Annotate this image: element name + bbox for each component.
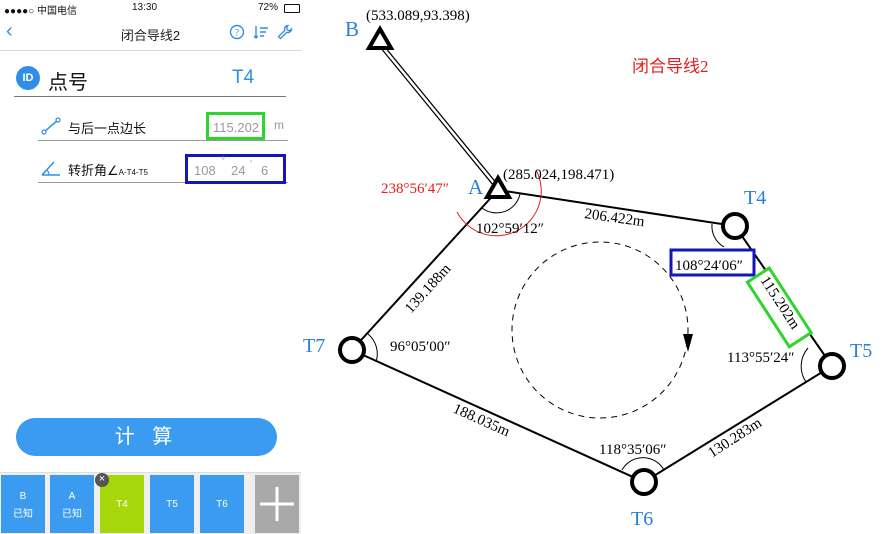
plus-icon — [260, 487, 294, 521]
back-distance-label: 与后一点边长 — [68, 121, 147, 136]
point-label: 点号 — [48, 72, 88, 94]
turn-angle-row: 转折角∠A-T4-T5 108 ° 24 ′ 6 — [38, 154, 288, 184]
coord-a: (285.024,198.471) — [503, 167, 614, 183]
diagram-labels: 闭合导线2 B (533.089,93.398) A (285.024,198.… — [303, 8, 872, 530]
traverse-diagram: 闭合导线2 B (533.089,93.398) A (285.024,198.… — [303, 8, 872, 530]
carrier-label: ●●●●○ 中国电信 — [4, 6, 77, 17]
point-name: T4 — [232, 67, 255, 88]
station-b-triangle-icon — [365, 25, 395, 50]
station-markers — [338, 25, 846, 496]
degree-mark: ° — [221, 156, 225, 167]
traverse-polygon — [350, 189, 834, 484]
add-point-button[interactable] — [255, 475, 299, 533]
tab-label: T4 — [116, 499, 128, 510]
point-tab-bar: B 已知 A 已知 × T4 T5 T6 — [0, 472, 301, 534]
status-bar: ●●●●○ 中国电信 13:30 72% — [0, 0, 301, 17]
angle-degrees: 108 — [194, 163, 216, 178]
diagram-title: 闭合导线2 — [632, 57, 709, 76]
tab-point-a[interactable]: A 已知 — [50, 475, 94, 533]
point-header: ID 点号 T4 — [14, 66, 286, 97]
station-t4-circle-icon — [721, 212, 749, 240]
turn-angle-text: 转折角∠ — [68, 163, 119, 178]
dist-t7-a: 139.188m — [402, 261, 455, 317]
edge-b-a-inner — [379, 43, 499, 189]
angle-t4: 108°24′06″ — [675, 258, 743, 274]
id-badge-icon: ID — [16, 66, 40, 90]
tab-label: T6 — [216, 499, 228, 510]
turn-angle-input[interactable]: 108 ° 24 ′ 6 — [185, 154, 286, 184]
nav-bar: ‹ 闭合导线2 ? — [0, 16, 301, 51]
angle-a-outer: 238°56′47″ — [381, 181, 449, 197]
station-t5-circle-icon — [818, 352, 846, 380]
direction-arrow-icon — [683, 334, 693, 352]
label-a: A — [468, 175, 484, 199]
angle-seconds: 6 — [261, 163, 269, 178]
calculate-button[interactable]: 计 算 — [16, 418, 277, 456]
direction-indicator — [511, 241, 693, 419]
tab-point-t6[interactable]: T6 — [200, 475, 244, 533]
station-t6-circle-icon — [630, 468, 658, 496]
coord-b: (533.089,93.398) — [366, 8, 470, 24]
label-t6: T6 — [631, 508, 653, 530]
back-distance-value: 115.202 — [213, 120, 260, 135]
sort-list-icon[interactable] — [253, 24, 269, 40]
angle-t7: 96°05′00″ — [390, 339, 451, 355]
dist-a-t4: 206.422m — [583, 206, 645, 230]
dist-t6-t7: 188.035m — [450, 401, 512, 440]
tab-label: T5 — [166, 499, 178, 510]
turn-angle-label: 转折角∠A-T4-T5 — [68, 160, 148, 179]
angle-arc-t5 — [800, 347, 809, 383]
angle-minutes: 24 — [231, 163, 246, 178]
tab-point-b[interactable]: B 已知 — [1, 475, 45, 533]
tab-label: A — [68, 491, 76, 502]
label-t7: T7 — [303, 335, 325, 357]
wrench-icon[interactable] — [277, 24, 293, 40]
battery-icon — [284, 4, 300, 13]
tab-point-t4[interactable]: × T4 — [95, 473, 144, 533]
close-icon[interactable]: × — [95, 473, 109, 487]
turn-angle-subscript: A-T4-T5 — [118, 168, 148, 177]
label-t5: T5 — [850, 340, 872, 362]
tab-sublabel: 已知 — [13, 509, 33, 520]
angle-t5: 113°55′24″ — [727, 350, 794, 366]
tab-sublabel: 已知 — [62, 509, 82, 520]
battery-percent: 72% — [258, 2, 279, 13]
label-b: B — [345, 17, 359, 41]
svg-text:?: ? — [235, 28, 239, 38]
tab-point-t5[interactable]: T5 — [150, 475, 194, 533]
clock: 13:30 — [132, 2, 158, 13]
angle-t6: 118°35′06″ — [599, 442, 666, 458]
label-t4: T4 — [744, 187, 766, 209]
tab-label: B — [19, 491, 27, 502]
angle-icon — [41, 161, 60, 176]
minute-mark: ′ — [250, 159, 252, 170]
clockwise-circle — [511, 241, 689, 419]
station-t7-circle-icon — [338, 336, 366, 364]
distance-line-icon — [41, 117, 61, 135]
app-screen: ●●●●○ 中国电信 13:30 72% ‹ 闭合导线2 ? ID 点号 T4 — [0, 0, 301, 534]
back-distance-row: 与后一点边长 115.202 m — [38, 112, 288, 141]
help-icon[interactable]: ? — [229, 24, 245, 40]
traverse-edges — [350, 42, 834, 484]
distance-unit: m — [274, 118, 284, 132]
angle-a-inner: 102°59′12″ — [476, 221, 544, 237]
back-distance-input[interactable]: 115.202 — [206, 112, 265, 140]
